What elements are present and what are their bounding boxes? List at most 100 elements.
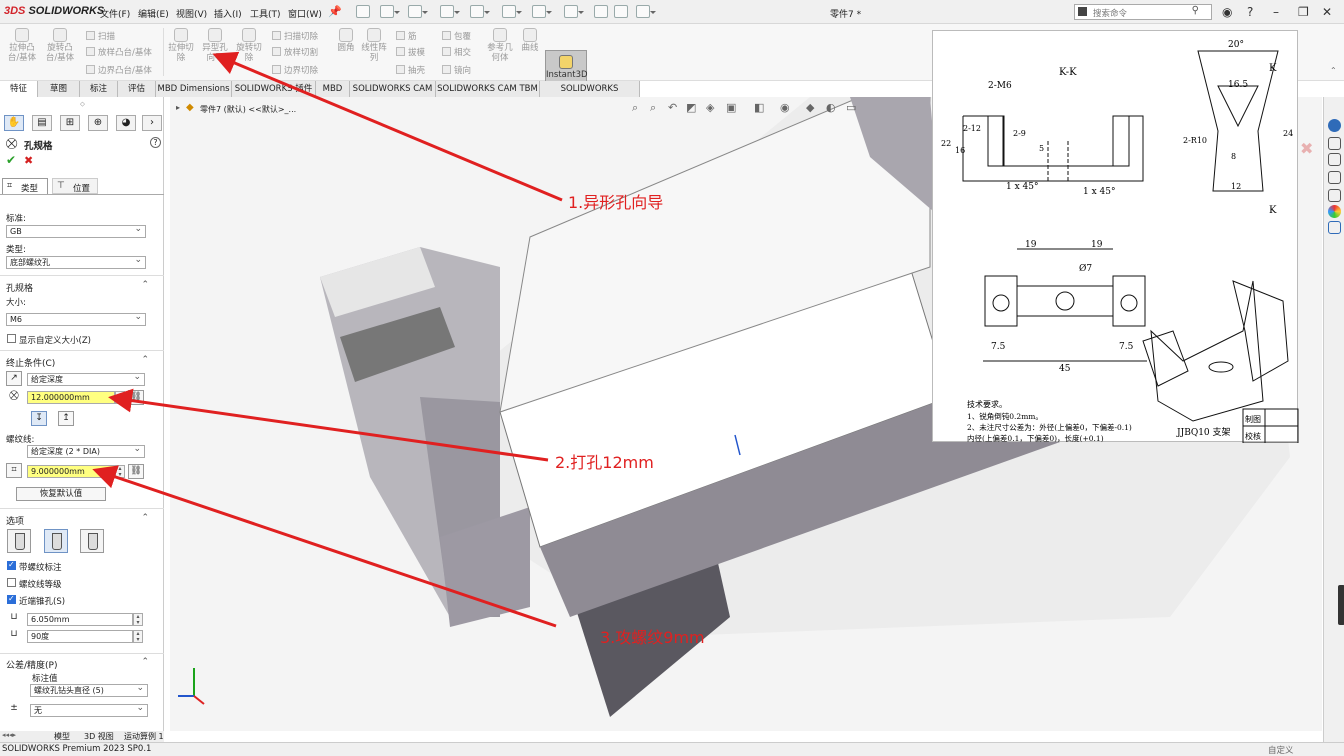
pin-icon[interactable]: 📌 [328, 5, 342, 18]
thread-option-cosmetic-icon[interactable] [7, 529, 31, 553]
draft-button[interactable]: 拔模 [396, 46, 425, 58]
panel-tab-scroll[interactable]: › [142, 115, 162, 131]
account-icon[interactable]: ◉ [1222, 5, 1232, 19]
tab-evaluate[interactable]: 评估 [118, 81, 156, 97]
shell-button[interactable]: 抽壳 [396, 64, 425, 76]
type-select[interactable]: 底部螺纹孔 [6, 256, 146, 269]
tab-3d-views[interactable]: 3D 视图 [84, 731, 114, 742]
thread-depth-type-icon[interactable]: ↧ [31, 411, 47, 426]
menu-view[interactable]: 视图(V) [176, 7, 207, 20]
search-commands[interactable]: 搜索命令 ⚲ [1074, 4, 1212, 20]
dynamic-annotation-icon[interactable]: ◈ [706, 101, 714, 114]
tab-position[interactable]: ⊤ 位置 [52, 178, 98, 194]
open-icon[interactable] [408, 5, 428, 18]
dimxpert-tab[interactable]: ⊕ [88, 115, 108, 131]
print-icon[interactable] [470, 5, 490, 18]
depth-input[interactable]: 12.000000mm [27, 391, 115, 404]
redo-icon[interactable] [532, 5, 552, 18]
panel-splitter-grip[interactable]: ⬦ [80, 100, 85, 109]
display-style-icon[interactable]: ◧ [754, 101, 764, 114]
menu-window[interactable]: 窗口(W) [288, 7, 322, 20]
curves-button[interactable]: 曲线 [518, 28, 542, 53]
tab-solidworks-cam[interactable]: SOLIDWORKS CAM [350, 81, 436, 97]
tab-sketch[interactable]: 草图 [38, 81, 80, 97]
cancel-x-icon[interactable]: ✖ [24, 154, 33, 167]
sweep-button[interactable]: 扫描 [86, 30, 115, 42]
custom-properties-icon[interactable] [1328, 221, 1341, 234]
appearances-icon[interactable] [1328, 205, 1341, 218]
boundary-boss-button[interactable]: 边界凸台/基体 [86, 64, 152, 76]
size-select[interactable]: M6 [6, 313, 146, 326]
drill-depth-type-icon[interactable]: ↥ [58, 411, 74, 426]
link-icon[interactable]: ⛓ [128, 390, 144, 405]
chevron-up-icon[interactable]: ⌃ [141, 280, 149, 290]
flyout-tree-item[interactable]: 零件7 (默认) <<默认>_... [200, 104, 296, 115]
zoom-area-icon[interactable]: ⌕ [650, 101, 656, 115]
select-icon[interactable] [564, 5, 584, 18]
menu-insert[interactable]: 插入(I) [214, 7, 242, 20]
search-icon[interactable]: ⚲ [1192, 5, 1199, 16]
tab-motion-study[interactable]: 运动算例 1 [124, 731, 164, 742]
appearance-icon[interactable]: ◆ [806, 101, 814, 114]
file-properties-icon[interactable] [614, 5, 628, 18]
hide-show-icon[interactable]: ◉ [780, 101, 790, 114]
hole-wizard-button[interactable]: 异型孔向导 [200, 28, 230, 63]
custom-size-checkbox[interactable] [7, 334, 16, 343]
end-condition-select[interactable]: 给定深度 [27, 373, 145, 386]
collapse-ribbon-icon[interactable]: ⌃ [1330, 66, 1337, 75]
thread-class-checkbox[interactable] [7, 578, 16, 587]
side-handle[interactable] [1338, 585, 1344, 625]
reverse-direction-icon[interactable]: ↗ [6, 371, 22, 386]
chevron-up-icon[interactable]: ⌃ [141, 657, 149, 667]
minimize-icon[interactable]: – [1273, 5, 1279, 19]
lofted-cut-button[interactable]: 放样切割 [272, 46, 318, 58]
scene-icon[interactable]: ◐ [826, 101, 836, 114]
countersink-angle-input[interactable]: 90度 [27, 630, 133, 643]
diameter-spinner[interactable]: ▴ ▾ [133, 613, 143, 626]
tab-model[interactable]: 模型 [54, 731, 70, 742]
tolerance-header[interactable]: 公差/精度(P) [6, 658, 57, 671]
extruded-boss-button[interactable]: 拉伸凸台/基体 [4, 28, 40, 63]
previous-view-icon[interactable]: ↶ [668, 101, 677, 114]
angle-spinner[interactable]: ▴ ▾ [133, 630, 143, 643]
view-orientation-icon[interactable]: ▣ [726, 101, 736, 114]
menu-tools[interactable]: 工具(T) [250, 7, 281, 20]
thread-option-tapped-icon[interactable] [80, 529, 104, 553]
help-icon[interactable]: ? [1247, 5, 1253, 19]
options-gear-icon[interactable] [636, 5, 656, 18]
file-explorer-icon[interactable] [1328, 171, 1341, 184]
spec-section-header[interactable]: 孔规格 [6, 281, 33, 294]
tab-solidworks-inspection[interactable]: SOLIDWORKS Inspection [540, 81, 640, 110]
new-icon[interactable] [380, 5, 400, 18]
tab-mbd-dimensions[interactable]: MBD Dimensions [156, 81, 232, 97]
close-icon[interactable]: ✕ [1322, 5, 1332, 19]
near-side-countersink-checkbox[interactable] [7, 594, 16, 604]
fillet-button[interactable]: 圆角 [334, 28, 358, 53]
tab-mbd[interactable]: MBD [316, 81, 350, 97]
design-library-home-icon[interactable] [1328, 137, 1341, 150]
tab-solidworks-cam-tbm[interactable]: SOLIDWORKS CAM TBM [436, 81, 540, 97]
view-settings-icon[interactable]: ▭ [846, 101, 856, 114]
swept-cut-button[interactable]: 扫描切除 [272, 30, 318, 42]
mirror-button[interactable]: 镜向 [442, 64, 471, 76]
standard-select[interactable]: GB [6, 225, 146, 238]
thread-option-remove-icon[interactable] [44, 529, 68, 553]
property-manager-tab[interactable]: ▤ [32, 115, 52, 131]
tolerance-type-select[interactable]: 无 [30, 704, 148, 717]
undo-icon[interactable] [502, 5, 522, 18]
view-palette-icon[interactable] [1328, 189, 1341, 202]
depth-spinner[interactable]: ▴ ▾ [115, 391, 125, 404]
reference-geometry-button[interactable]: 参考几何体 [484, 28, 516, 63]
thread-depth-spinner[interactable]: ▴ ▾ [115, 465, 125, 478]
callout-value-select[interactable]: 螺纹孔钻头直径 (5) [30, 684, 148, 697]
countersink-diameter-input[interactable]: 6.050mm [27, 613, 133, 626]
menu-edit[interactable]: 编辑(E) [138, 7, 169, 20]
thread-callout-checkbox[interactable] [7, 560, 16, 570]
menu-file[interactable]: 文件(F) [100, 7, 130, 20]
thread-condition-select[interactable]: 给定深度 (2 * DIA) [27, 445, 145, 458]
wrap-button[interactable]: 包覆 [442, 30, 471, 42]
tab-solidworks-addins[interactable]: SOLIDWORKS 插件 [232, 81, 316, 97]
help-icon[interactable]: ? [150, 137, 161, 148]
end-condition-header[interactable]: 终止条件(C) [6, 356, 55, 369]
save-icon[interactable] [440, 5, 460, 18]
